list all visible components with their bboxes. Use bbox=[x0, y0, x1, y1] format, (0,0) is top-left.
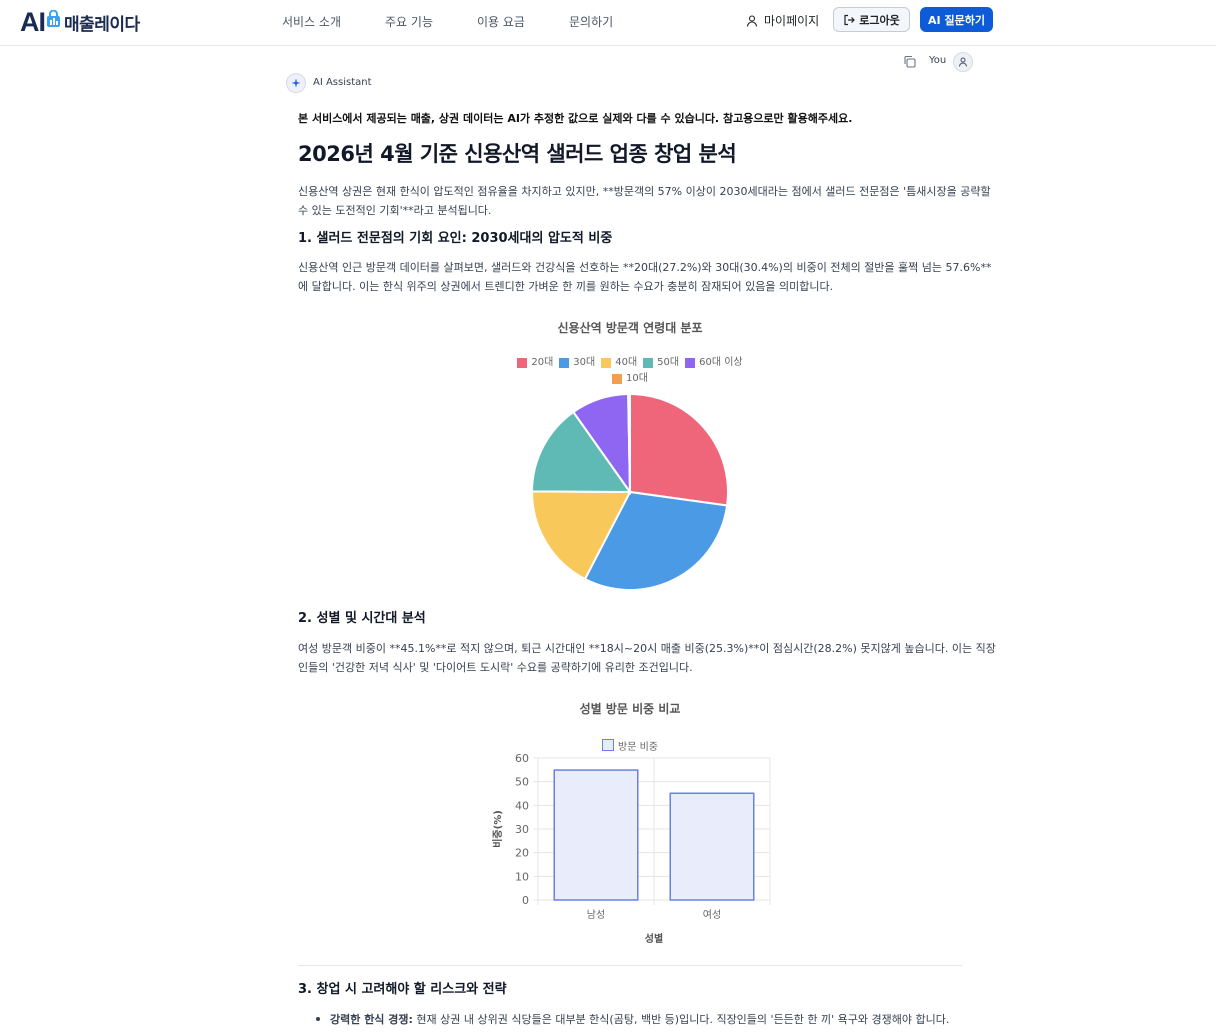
pie-legend-swatch bbox=[601, 358, 612, 368]
intro-line-2: 수 있는 도전적인 기회'**라고 분석됩니다. bbox=[298, 204, 492, 217]
x-tick-label: 남성 bbox=[587, 909, 605, 921]
logo-text: 매출레이다 bbox=[64, 14, 140, 35]
logout-icon bbox=[844, 14, 856, 25]
bar-chart-title: 성별 방문 비중 비교 bbox=[579, 702, 681, 716]
bullet-item-1: 강력한 한식 경쟁: 현재 상권 내 상위권 식당들은 대부분 한식(곰탕, 백… bbox=[316, 1012, 949, 1028]
logo[interactable]: AI 매출레이다 bbox=[20, 7, 140, 37]
bar bbox=[553, 769, 639, 901]
nav-contact[interactable]: 문의하기 bbox=[569, 13, 613, 30]
top-header: AI 매출레이다 서비스 소개 주요 기능 이용 요금 문의하기 마이페이지 로… bbox=[0, 0, 1216, 46]
user-avatar-icon bbox=[959, 57, 967, 67]
section2-paragraph: 여성 방문객 비중이 **45.1%**로 적지 않으며, 퇴근 시간대인 **… bbox=[298, 639, 996, 677]
pie-legend-label: 20대 bbox=[531, 357, 554, 368]
pie-legend-item: 30대 bbox=[559, 355, 595, 371]
bullet-1-strong: 강력한 한식 경쟁: bbox=[330, 1013, 413, 1026]
bar-chart: 0 10 20 30 40 50 60 남성 여성성별 비중(%) bbox=[491, 752, 771, 945]
pie-legend-label: 40대 bbox=[615, 357, 638, 368]
section-divider bbox=[298, 965, 962, 966]
logo-badge-icon bbox=[47, 10, 60, 27]
pie-legend-item: 50대 bbox=[643, 355, 679, 371]
mypage-label: 마이페이지 bbox=[764, 14, 820, 28]
logout-label: 로그아웃 bbox=[859, 13, 900, 27]
assistant-avatar bbox=[286, 73, 306, 93]
bullet-1-text: 현재 상권 내 상위권 식당들은 대부분 한식(곰탕, 백반 등)입니다. 직장… bbox=[412, 1013, 950, 1026]
pie-legend-label: 10대 bbox=[626, 373, 648, 384]
section1-line-2: 에 달합니다. 이는 한식 위주의 상권에서 트렌디한 가벼운 한 끼를 원하는… bbox=[298, 280, 834, 293]
section1-line-1: 신용산역 인근 방문객 데이터를 살펴보면, 샐러드와 건강식을 선호하는 **… bbox=[298, 261, 992, 274]
pie-chart bbox=[530, 392, 729, 591]
pie-legend-swatch bbox=[559, 358, 570, 368]
bar bbox=[669, 792, 755, 901]
x-axis-title: 성별 bbox=[645, 932, 663, 945]
copy-icon[interactable] bbox=[903, 55, 916, 68]
pie-legend-swatch bbox=[685, 358, 696, 368]
pie-legend-swatch bbox=[517, 358, 528, 368]
x-tick-label: 여성 bbox=[703, 909, 721, 921]
section3-heading: 3. 창업 시 고려해야 할 리스크와 전략 bbox=[298, 982, 507, 997]
pie-chart-title: 신용산역 방문객 연령대 분포 bbox=[557, 321, 703, 335]
nav-features[interactable]: 주요 기능 bbox=[385, 13, 433, 30]
y-axis-title: 비중(%) bbox=[491, 810, 504, 848]
pie-legend-item: 10대 bbox=[612, 371, 648, 387]
nav-pricing[interactable]: 이용 요금 bbox=[477, 13, 525, 30]
pie-legend-label: 60대 이상 bbox=[699, 357, 743, 368]
intro-line-1: 신용산역 상권은 현재 한식이 압도적인 점유율을 차지하고 있지만, **방문… bbox=[298, 185, 991, 198]
nav-service-intro[interactable]: 서비스 소개 bbox=[282, 13, 341, 30]
pie-legend-item: 60대 이상 bbox=[685, 355, 743, 371]
section1-heading: 1. 샐러드 전문점의 기회 요인: 2030세대의 압도적 비중 bbox=[298, 231, 613, 246]
pie-legend-label: 30대 bbox=[573, 357, 596, 368]
main-nav: 서비스 소개 주요 기능 이용 요금 문의하기 bbox=[282, 13, 657, 30]
y-tick-label: 20 bbox=[515, 847, 529, 860]
ask-ai-button[interactable]: AI 질문하기 bbox=[920, 7, 993, 32]
pie-legend-swatch bbox=[612, 374, 623, 384]
pie-slice bbox=[629, 392, 729, 507]
logout-button[interactable]: 로그아웃 bbox=[833, 7, 910, 32]
intro-paragraph: 신용산역 상권은 현재 한식이 압도적인 점유율을 차지하고 있지만, **방문… bbox=[298, 182, 991, 220]
y-tick-label: 30 bbox=[515, 823, 529, 836]
pie-legend-label: 50대 bbox=[657, 357, 680, 368]
section2-line-1: 여성 방문객 비중이 **45.1%**로 적지 않으며, 퇴근 시간대인 **… bbox=[298, 642, 996, 655]
y-tick-label: 50 bbox=[515, 776, 529, 789]
assistant-label: AI Assistant bbox=[313, 77, 372, 88]
y-tick-label: 0 bbox=[522, 894, 529, 907]
section1-paragraph: 신용산역 인근 방문객 데이터를 살펴보면, 샐러드와 건강식을 선호하는 **… bbox=[298, 258, 992, 296]
user-icon bbox=[746, 14, 758, 27]
y-tick-label: 60 bbox=[515, 752, 529, 765]
analysis-title: 2026년 4월 기준 신용산역 샐러드 업종 창업 분석 bbox=[298, 142, 737, 166]
logo-ai: AI bbox=[20, 6, 46, 37]
pie-legend-swatch bbox=[643, 358, 654, 368]
section2-heading: 2. 성별 및 시간대 분석 bbox=[298, 611, 426, 626]
section2-line-2: 인들의 '건강한 저녁 식사' 및 '다이어트 도시락' 수요를 공략하기에 유… bbox=[298, 661, 693, 674]
user-label: You bbox=[929, 55, 947, 66]
disclaimer: 본 서비스에서 제공되는 매출, 상권 데이터는 AI가 추정한 값으로 실제와… bbox=[298, 112, 853, 125]
mypage-link[interactable]: 마이페이지 bbox=[746, 12, 819, 29]
user-avatar bbox=[953, 52, 973, 72]
y-tick-label: 40 bbox=[515, 799, 529, 812]
assistant-message: 본 서비스에서 제공되는 매출, 상권 데이터는 AI가 추정한 값으로 실제와… bbox=[298, 110, 962, 168]
bullet-dot bbox=[316, 1017, 320, 1021]
y-tick-label: 10 bbox=[515, 870, 529, 883]
sparkle-icon bbox=[291, 78, 301, 88]
pie-legend-item: 20대 bbox=[517, 355, 553, 371]
pie-legend-item: 40대 bbox=[601, 355, 637, 371]
pie-chart-legend: 20대 30대 40대 50대 60대 이상 10대 bbox=[298, 355, 962, 387]
